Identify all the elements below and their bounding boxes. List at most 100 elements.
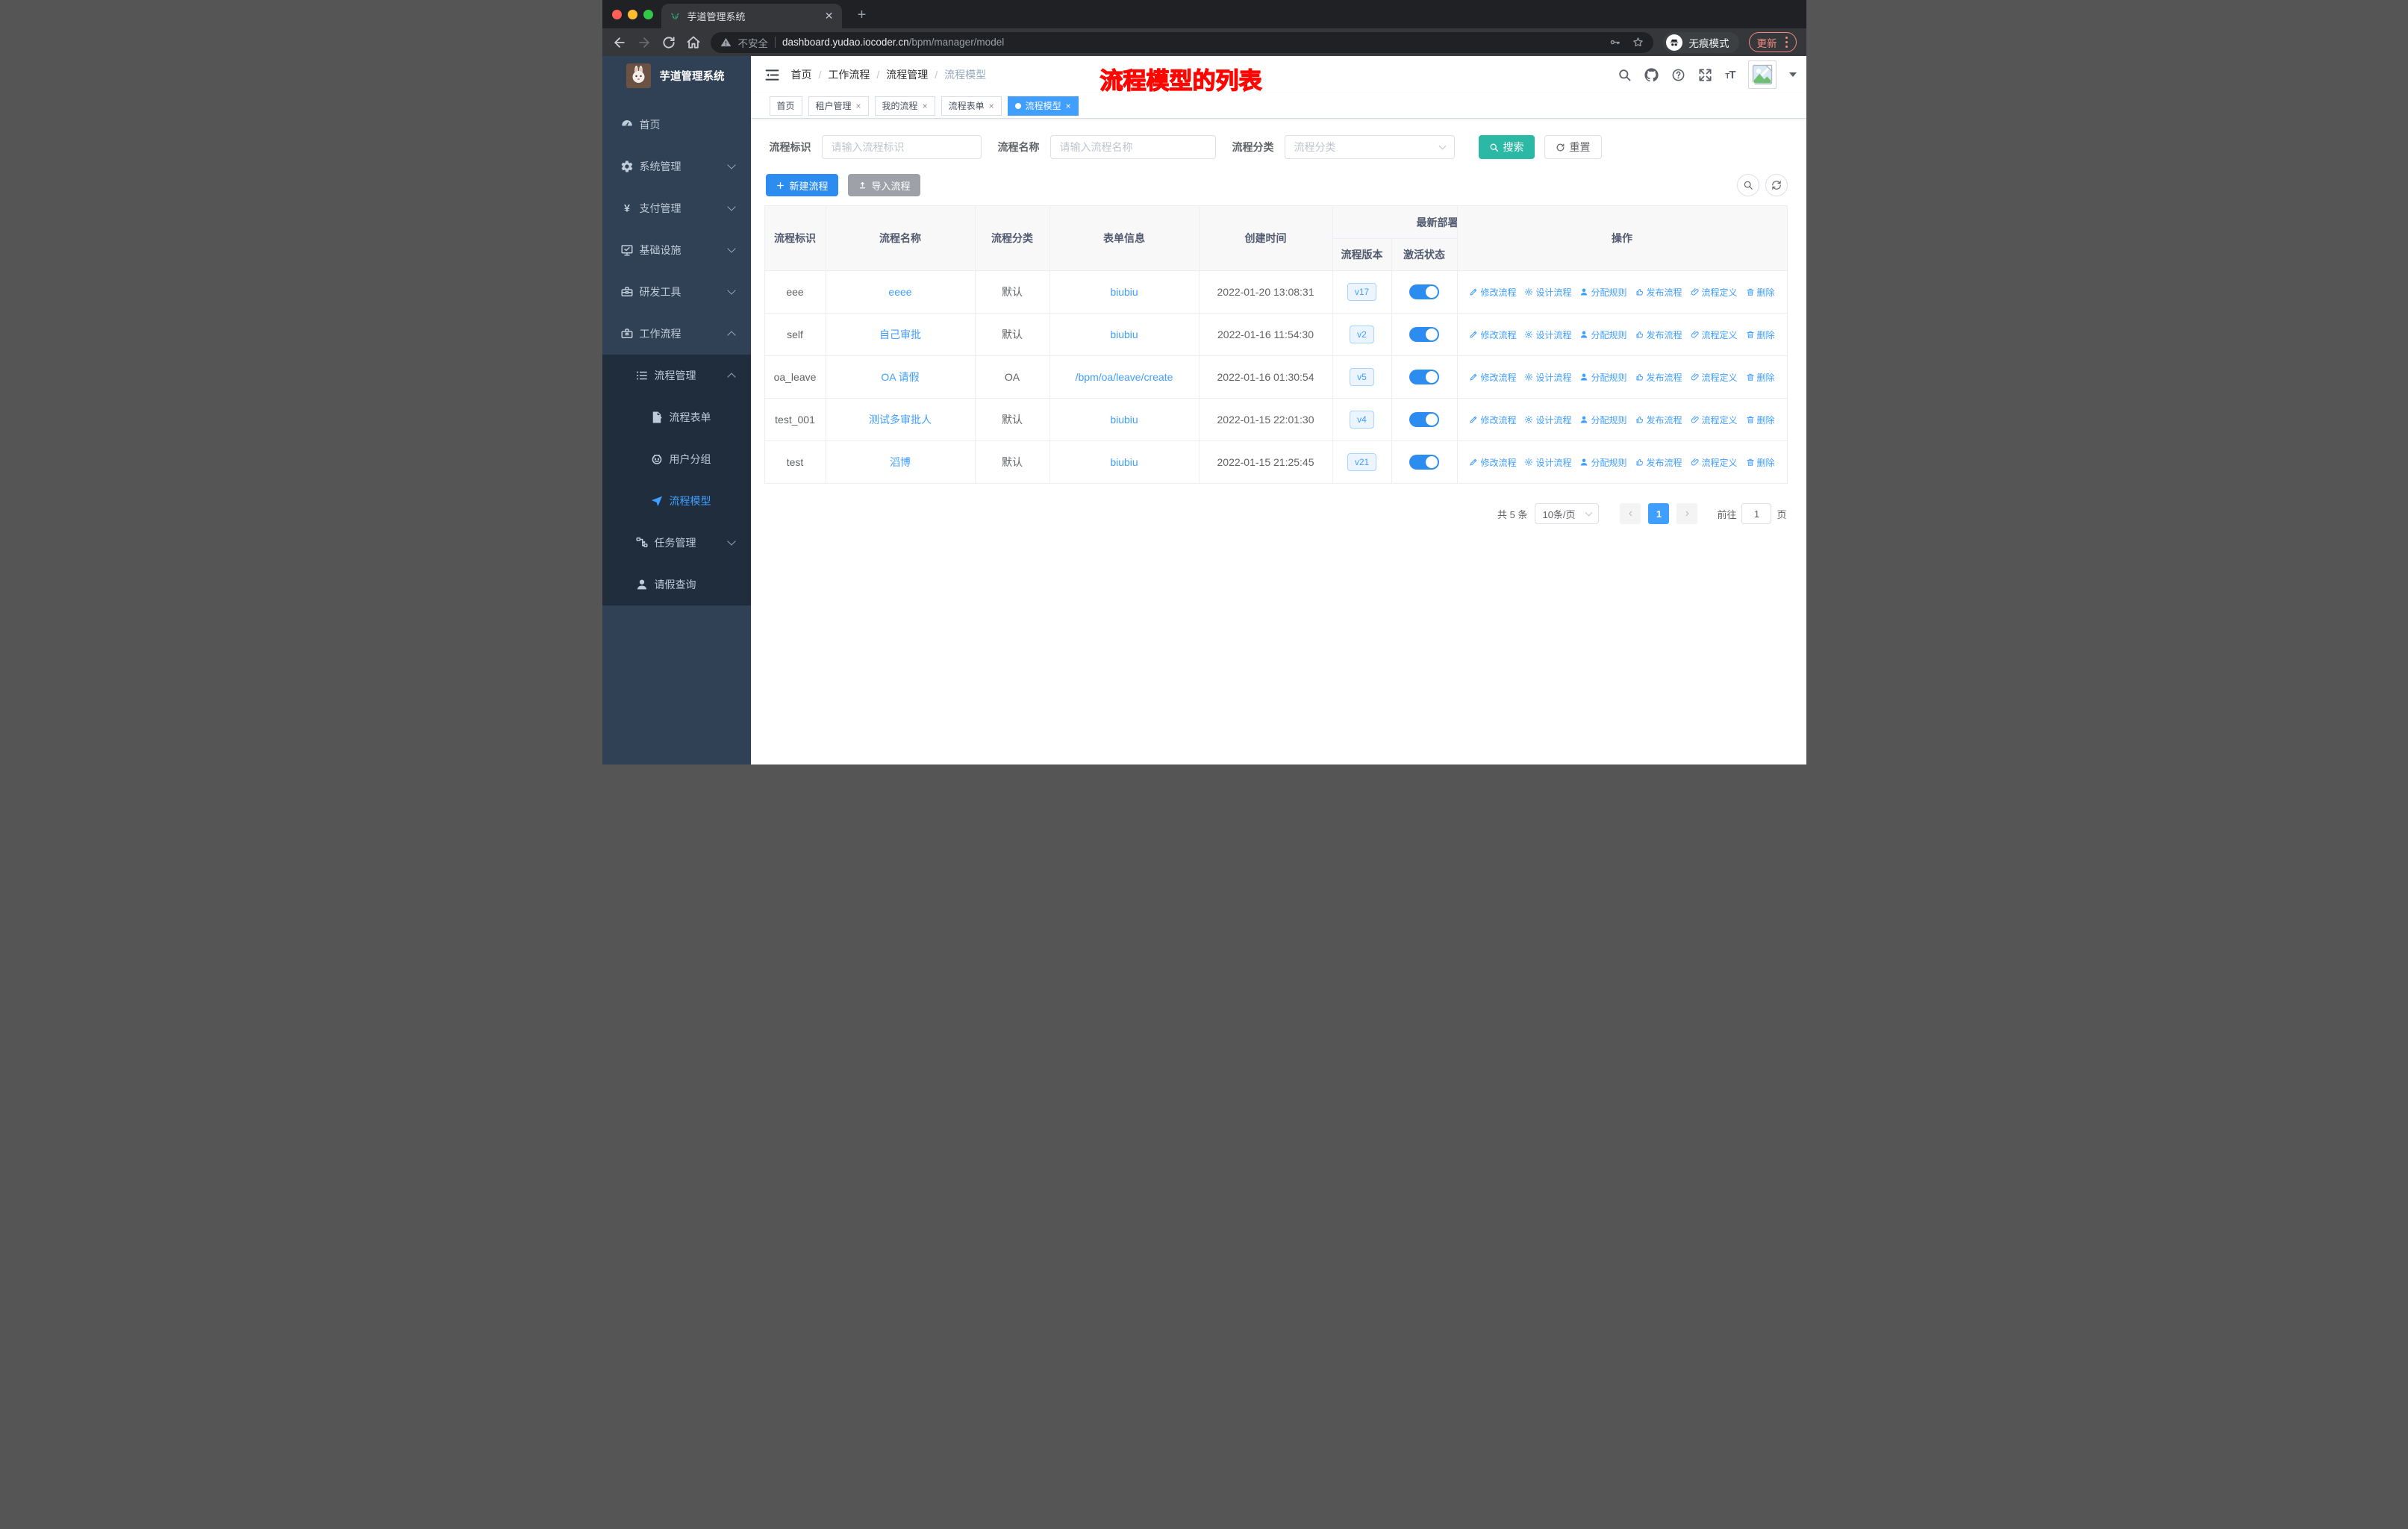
process-name-link[interactable]: 滔博: [890, 456, 911, 468]
publish-link[interactable]: 发布流程: [1635, 414, 1682, 426]
sidebar-item-user-group[interactable]: 用户分组: [602, 438, 751, 480]
current-page-button[interactable]: 1: [1648, 503, 1670, 524]
definition-link[interactable]: 流程定义: [1691, 456, 1738, 469]
user-avatar[interactable]: [1747, 60, 1777, 89]
sidebar-item-task-manage[interactable]: 任务管理: [602, 522, 751, 564]
bookmark-star-icon[interactable]: [1632, 37, 1644, 48]
search-icon[interactable]: [1618, 68, 1632, 82]
delete-link[interactable]: 删除: [1746, 328, 1775, 341]
active-toggle[interactable]: [1409, 327, 1439, 342]
process-name-link[interactable]: 自己审批: [879, 328, 921, 340]
new-tab-button[interactable]: +: [853, 6, 871, 24]
delete-link[interactable]: 删除: [1746, 414, 1775, 426]
create-process-button[interactable]: 新建流程: [765, 174, 838, 196]
modify-link[interactable]: 修改流程: [1469, 328, 1516, 341]
sidebar-item-process-form[interactable]: 流程表单: [602, 396, 751, 438]
sidebar-item-system[interactable]: 系统管理: [602, 146, 751, 187]
tab-close-icon[interactable]: ✕: [825, 10, 834, 22]
security-label[interactable]: 不安全: [738, 35, 769, 50]
tag-tenant[interactable]: 租户管理 ×: [808, 96, 869, 116]
not-secure-warning-icon[interactable]: [720, 37, 732, 48]
tag-process-form[interactable]: 流程表单 ×: [941, 96, 1002, 116]
github-icon[interactable]: [1644, 67, 1659, 82]
sidebar-item-process-model[interactable]: 流程模型: [602, 480, 751, 522]
minimize-window-button[interactable]: [627, 10, 637, 19]
address-bar[interactable]: 不安全 dashboard.yudao.iocoder.cn/bpm/manag…: [710, 31, 1653, 53]
tag-close-icon[interactable]: ×: [923, 101, 928, 111]
sidebar-item-process-manage[interactable]: 流程管理: [602, 355, 751, 396]
tag-home[interactable]: 首页: [769, 96, 802, 116]
assign-rule-link[interactable]: 分配规则: [1579, 328, 1627, 341]
modify-link[interactable]: 修改流程: [1469, 414, 1516, 426]
modify-link[interactable]: 修改流程: [1469, 456, 1516, 469]
browser-menu-icon[interactable]: [1785, 36, 1788, 49]
import-process-button[interactable]: 导入流程: [847, 174, 920, 196]
tag-close-icon[interactable]: ×: [1066, 101, 1071, 111]
publish-link[interactable]: 发布流程: [1635, 456, 1682, 469]
key-icon[interactable]: [1609, 37, 1621, 48]
search-button[interactable]: 搜索: [1478, 135, 1535, 159]
definition-link[interactable]: 流程定义: [1691, 328, 1738, 341]
sidebar-item-workflow[interactable]: 工作流程: [602, 313, 751, 355]
process-name-link[interactable]: eeee: [888, 286, 911, 298]
avatar-caret-icon[interactable]: [1788, 72, 1797, 77]
form-info-link[interactable]: biubiu: [1110, 456, 1138, 468]
sidebar-item-infrastructure[interactable]: 基础设施: [602, 229, 751, 271]
process-name-link[interactable]: 测试多审批人: [869, 414, 932, 426]
form-info-link[interactable]: /bpm/oa/leave/create: [1076, 371, 1173, 383]
delete-link[interactable]: 删除: [1746, 456, 1775, 469]
process-key-input[interactable]: [821, 135, 982, 159]
forward-icon[interactable]: [637, 35, 652, 50]
publish-link[interactable]: 发布流程: [1635, 286, 1682, 299]
browser-update-button[interactable]: 更新: [1748, 32, 1797, 52]
form-info-link[interactable]: biubiu: [1110, 328, 1138, 340]
form-info-link[interactable]: biubiu: [1110, 286, 1138, 298]
tag-close-icon[interactable]: ×: [856, 101, 861, 111]
delete-link[interactable]: 删除: [1746, 371, 1775, 384]
back-icon[interactable]: [612, 35, 627, 50]
design-link[interactable]: 设计流程: [1524, 456, 1571, 469]
assign-rule-link[interactable]: 分配规则: [1579, 456, 1627, 469]
sidebar-item-home[interactable]: 首页: [602, 104, 751, 146]
publish-link[interactable]: 发布流程: [1635, 371, 1682, 384]
page-size-select[interactable]: 10条/页: [1535, 503, 1600, 524]
sidebar-collapse-icon[interactable]: [764, 67, 780, 83]
assign-rule-link[interactable]: 分配规则: [1579, 286, 1627, 299]
fullscreen-icon[interactable]: [1698, 68, 1712, 82]
sidebar-item-payment[interactable]: ¥ 支付管理: [602, 187, 751, 229]
prev-page-button[interactable]: ‹: [1620, 503, 1641, 524]
next-page-button[interactable]: ›: [1676, 503, 1698, 524]
design-link[interactable]: 设计流程: [1524, 328, 1571, 341]
logo-row[interactable]: 芋道管理系统: [602, 56, 751, 95]
url-text[interactable]: dashboard.yudao.iocoder.cn/bpm/manager/m…: [782, 37, 1004, 48]
breadcrumb-item[interactable]: 工作流程: [828, 67, 870, 82]
refresh-button[interactable]: [1765, 174, 1788, 196]
sidebar-item-leave-query[interactable]: 请假查询: [602, 564, 751, 605]
active-toggle[interactable]: [1409, 455, 1439, 470]
toggle-search-button[interactable]: [1736, 174, 1759, 196]
definition-link[interactable]: 流程定义: [1691, 414, 1738, 426]
breadcrumb-item[interactable]: 流程管理: [886, 67, 928, 82]
design-link[interactable]: 设计流程: [1524, 286, 1571, 299]
modify-link[interactable]: 修改流程: [1469, 371, 1516, 384]
browser-tab[interactable]: 芋道管理系统 ✕: [661, 4, 842, 28]
active-toggle[interactable]: [1409, 284, 1439, 299]
breadcrumb-item[interactable]: 首页: [791, 67, 812, 82]
close-window-button[interactable]: [611, 10, 622, 19]
goto-page-input[interactable]: [1741, 503, 1772, 524]
tag-close-icon[interactable]: ×: [989, 101, 994, 111]
delete-link[interactable]: 删除: [1746, 286, 1775, 299]
publish-link[interactable]: 发布流程: [1635, 328, 1682, 341]
home-icon[interactable]: [686, 35, 701, 50]
assign-rule-link[interactable]: 分配规则: [1579, 371, 1627, 384]
help-icon[interactable]: [1671, 68, 1685, 82]
design-link[interactable]: 设计流程: [1524, 371, 1571, 384]
reload-icon[interactable]: [661, 35, 676, 50]
process-name-link[interactable]: OA 请假: [881, 371, 919, 383]
active-toggle[interactable]: [1409, 370, 1439, 384]
sidebar-item-dev-tools[interactable]: 研发工具: [602, 271, 751, 313]
definition-link[interactable]: 流程定义: [1691, 286, 1738, 299]
zoom-window-button[interactable]: [643, 10, 653, 19]
tag-process-model[interactable]: 流程模型 ×: [1007, 96, 1079, 116]
form-info-link[interactable]: biubiu: [1110, 414, 1138, 426]
